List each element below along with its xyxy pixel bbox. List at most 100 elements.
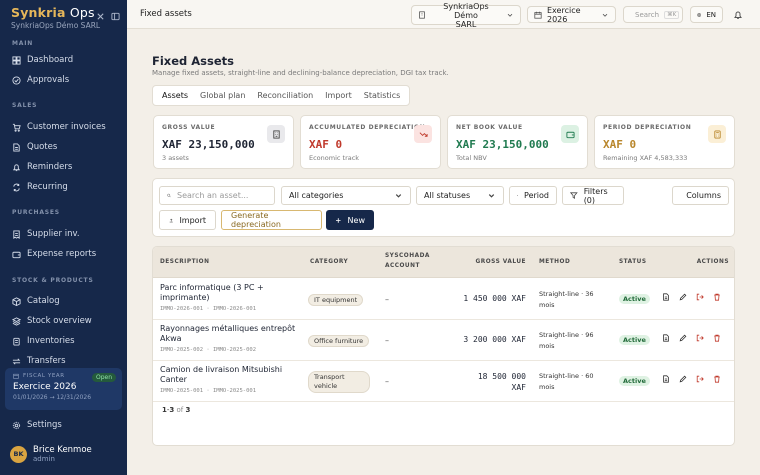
- panel-icon[interactable]: [111, 12, 120, 21]
- account-value: –: [385, 295, 389, 304]
- sidebar-item-transfers[interactable]: Transfers: [12, 356, 66, 366]
- search-placeholder: Search: [635, 10, 660, 19]
- tab-statistics[interactable]: Statistics: [358, 91, 407, 100]
- col-method[interactable]: METHOD: [539, 257, 570, 267]
- search-input[interactable]: [177, 191, 267, 200]
- table-row[interactable]: Camion de livraison Mitsubishi Canter IM…: [153, 361, 734, 402]
- status-value: All statuses: [424, 191, 471, 200]
- exit-icon[interactable]: [696, 293, 704, 301]
- box-icon: [12, 296, 21, 306]
- asset-description[interactable]: Rayonnages métalliques entrepôt Akwa: [160, 324, 300, 344]
- col-status[interactable]: STATUS: [619, 257, 647, 267]
- company-line-2: SARL: [455, 19, 477, 29]
- trending-down-icon: [419, 131, 428, 137]
- fiscal-year-range: 01/01/2026 → 12/31/2026: [13, 394, 92, 401]
- col-category[interactable]: CATEGORY: [310, 257, 348, 267]
- filter-icon: [570, 192, 578, 199]
- tab-global-plan[interactable]: Global plan: [194, 91, 251, 100]
- sidebar-item-catalog[interactable]: Catalog: [12, 296, 60, 306]
- col-gross-value[interactable]: GROSS VALUE: [476, 257, 527, 267]
- edit-icon[interactable]: [679, 375, 687, 383]
- sidebar-item-label: Transfers: [27, 356, 66, 366]
- building-icon: [272, 129, 280, 139]
- filters-button[interactable]: Filters (0): [562, 186, 624, 205]
- exit-icon[interactable]: [696, 375, 704, 383]
- kpi-net-book-value: NET BOOK VALUE XAF 23,150,000 Total NBV: [447, 115, 588, 169]
- user-menu[interactable]: BK Brice Kenmoe admin: [10, 445, 92, 463]
- calendar-icon: [13, 373, 19, 379]
- document-icon[interactable]: [662, 334, 670, 342]
- exit-icon[interactable]: [696, 334, 704, 342]
- status-select[interactable]: All statuses: [416, 186, 504, 205]
- account-value: –: [385, 377, 389, 386]
- wallet-icon: [565, 131, 575, 138]
- tab-assets[interactable]: Assets: [156, 91, 194, 100]
- sidebar-item-quotes[interactable]: Quotes: [12, 142, 57, 152]
- category-select[interactable]: All categories: [281, 186, 411, 205]
- sidebar-item-inventories[interactable]: Inventories: [12, 336, 75, 346]
- edit-icon[interactable]: [679, 334, 687, 342]
- trash-icon[interactable]: [713, 334, 721, 342]
- kpi-label: ACCUMULATED DEPRECIATION: [309, 124, 426, 131]
- asset-description[interactable]: Parc informatique (3 PC + imprimante): [160, 283, 300, 303]
- sidebar-item-supplier-inv[interactable]: Supplier inv.: [12, 229, 80, 239]
- columns-button[interactable]: Columns: [672, 186, 729, 205]
- upload-icon: [169, 218, 173, 222]
- transfer-icon: [12, 357, 21, 365]
- bell-icon[interactable]: [733, 10, 743, 20]
- avatar: BK: [10, 445, 27, 463]
- sidebar-item-settings[interactable]: Settings: [12, 420, 62, 430]
- sidebar-item-customer-invoices[interactable]: Customer invoices: [12, 122, 106, 132]
- brand[interactable]: Synkria Ops SynkriaOps Démo SARL: [11, 5, 100, 30]
- bell-icon: [12, 163, 21, 171]
- trash-icon[interactable]: [713, 293, 721, 301]
- sidebar-item-stock-overview[interactable]: Stock overview: [12, 316, 92, 326]
- exercise-label: Exercice 2026: [547, 5, 581, 24]
- collapse-icon[interactable]: [96, 12, 105, 21]
- tab-bar: Assets Global plan Reconciliation Import…: [152, 85, 411, 106]
- period-button[interactable]: Period: [509, 186, 557, 205]
- kpi-accumulated-depreciation: ACCUMULATED DEPRECIATION XAF 0 Economic …: [300, 115, 441, 169]
- cart-icon: [12, 123, 21, 132]
- exercise-switcher[interactable]: Exercice 2026: [527, 5, 616, 24]
- table-row[interactable]: Rayonnages métalliques entrepôt Akwa IMM…: [153, 320, 734, 361]
- edit-icon[interactable]: [679, 293, 687, 301]
- user-name: Brice Kenmoe: [33, 445, 92, 455]
- table-row[interactable]: Parc informatique (3 PC + imprimante) IM…: [153, 279, 734, 320]
- sidebar-item-approvals[interactable]: Approvals: [12, 75, 69, 85]
- plus-icon: [335, 217, 341, 223]
- col-account[interactable]: SYSCOHADA ACCOUNT: [385, 251, 430, 271]
- asset-search[interactable]: [159, 186, 275, 205]
- status-badge: Active: [619, 294, 650, 304]
- new-asset-button[interactable]: New: [326, 210, 374, 230]
- kpi-icon-box: [708, 125, 726, 143]
- calendar-icon: [534, 11, 542, 19]
- document-icon[interactable]: [662, 375, 670, 383]
- global-search[interactable]: Search ⌘K: [623, 6, 683, 23]
- sidebar-item-label: Catalog: [27, 296, 60, 306]
- language-switcher[interactable]: EN: [690, 6, 723, 23]
- sidebar-item-dashboard[interactable]: Dashboard: [12, 55, 73, 65]
- import-button[interactable]: Import: [159, 210, 216, 230]
- gross-value: 1 450 000 XAF: [463, 294, 526, 303]
- fiscal-year-card[interactable]: FISCAL YEAR Open Exercice 2026 01/01/202…: [5, 368, 122, 410]
- building-icon: [419, 11, 425, 19]
- section-main: MAIN: [12, 40, 34, 47]
- company-switcher[interactable]: SynkriaOps Démo SARL: [411, 2, 521, 29]
- trash-icon[interactable]: [713, 375, 721, 383]
- status-badge: Active: [619, 335, 650, 345]
- globe-icon: [697, 12, 702, 17]
- tab-reconciliation[interactable]: Reconciliation: [251, 91, 319, 100]
- receipt-icon: [13, 229, 20, 239]
- tab-import[interactable]: Import: [319, 91, 358, 100]
- page-title: Fixed Assets: [152, 54, 234, 68]
- sidebar-item-recurring[interactable]: Recurring: [12, 182, 68, 192]
- status-badge: Active: [619, 376, 650, 386]
- document-icon[interactable]: [662, 293, 670, 301]
- gross-value: 18 500 000 XAF: [477, 372, 526, 392]
- generate-depreciation-button[interactable]: Generate depreciation: [221, 210, 322, 230]
- col-description[interactable]: DESCRIPTION: [160, 257, 209, 267]
- asset-description[interactable]: Camion de livraison Mitsubishi Canter: [160, 365, 300, 385]
- sidebar-item-reminders[interactable]: Reminders: [12, 162, 72, 172]
- sidebar-item-expense-reports[interactable]: Expense reports: [12, 249, 96, 259]
